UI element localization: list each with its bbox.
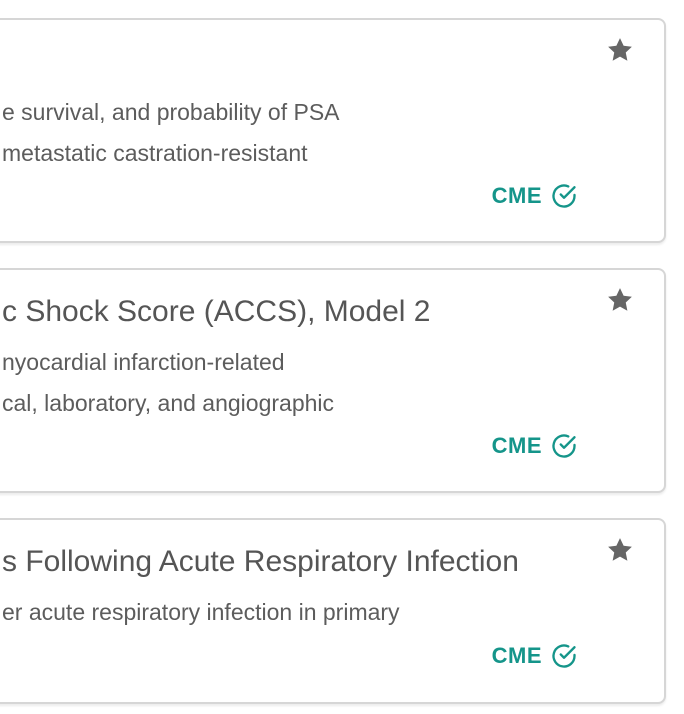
cme-label: CME xyxy=(491,643,542,668)
calculator-card[interactable]: s Following Acute Respiratory Infection … xyxy=(0,518,666,704)
calculator-card[interactable]: c Shock Score (ACCS), Model 2 nyocardial… xyxy=(0,268,666,493)
card-title[interactable]: s Following Acute Respiratory Infection xyxy=(2,544,519,580)
cme-label: CME xyxy=(491,183,542,208)
cme-badge: CME xyxy=(492,182,578,210)
cme-label: CME xyxy=(491,433,542,458)
card-description: e survival, and probability of PSA metas… xyxy=(2,99,340,166)
check-circle-icon xyxy=(552,644,576,668)
star-icon xyxy=(608,538,632,561)
cme-badge: CME xyxy=(492,432,578,460)
favorite-button[interactable] xyxy=(604,284,636,316)
card-description: nyocardial infarction-related cal, labor… xyxy=(2,349,335,416)
check-circle-icon xyxy=(552,434,576,458)
star-icon xyxy=(608,288,632,311)
favorite-button[interactable] xyxy=(604,534,636,566)
calculator-card[interactable]: e survival, and probability of PSA metas… xyxy=(0,18,666,243)
favorite-button[interactable] xyxy=(604,34,636,66)
card-description: er acute respiratory infection in primar… xyxy=(2,599,400,625)
card-title[interactable]: c Shock Score (ACCS), Model 2 xyxy=(2,294,430,330)
check-circle-icon xyxy=(552,184,576,208)
star-icon xyxy=(608,38,632,61)
cme-badge: CME xyxy=(492,642,578,670)
